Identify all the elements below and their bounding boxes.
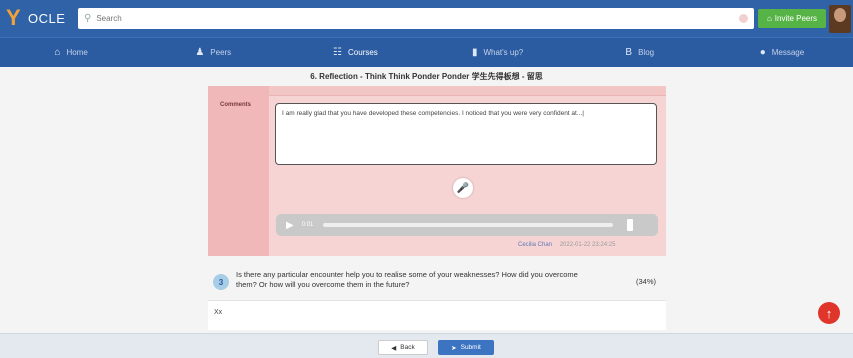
nav-item-home[interactable]: ⌂ Home [0, 38, 142, 67]
nav-item-label: Home [66, 48, 88, 57]
arrow-up-icon: ↑ [825, 305, 833, 321]
home-icon: ⌂ [54, 47, 61, 58]
message-icon: ● [759, 47, 766, 58]
volume-icon[interactable] [627, 219, 634, 231]
back-label: Back [400, 344, 415, 351]
play-icon[interactable]: ▶ [286, 220, 294, 231]
avatar[interactable] [829, 5, 851, 33]
home-plus-icon: ⌂ [766, 14, 772, 23]
logo-text: OCLE [28, 10, 66, 26]
nav-item-message[interactable]: ● Message [711, 38, 853, 67]
app-logo[interactable]: Y OCLE [6, 6, 65, 30]
nav-item-label: Courses [348, 48, 378, 57]
nav-item-label: Blog [638, 48, 655, 57]
comment-timestamp: 2022-01-22 23:24:25 [559, 242, 616, 248]
microphone-icon: 🎤 [456, 182, 470, 194]
main-nav: ⌂ Home ♟ Peers ☷ Courses ▮ What's up? B … [0, 37, 853, 67]
question-text: Is there any particular encounter help y… [236, 270, 578, 289]
invite-peers-button[interactable]: ⌂ Invite Peers [758, 9, 826, 28]
question-number-badge: 3 [213, 274, 229, 290]
nav-item-label: What's up? [483, 48, 524, 57]
comments-column: Comments [208, 86, 269, 256]
send-icon: ➤ [451, 344, 457, 352]
logo-y-icon: Y [6, 5, 21, 30]
search-clear-icon[interactable] [739, 14, 748, 23]
nav-item-label: Peers [210, 48, 232, 57]
invite-peers-label: Invite Peers [774, 14, 818, 23]
courses-icon: ☷ [333, 47, 343, 58]
peers-icon: ♟ [195, 47, 205, 58]
audio-time: 0:01 [301, 222, 314, 228]
nav-item-label: Message [771, 48, 805, 57]
microphone-button[interactable]: 🎤 [453, 178, 473, 198]
search-icon: ⚲ [84, 13, 92, 24]
bottom-action-bar: ◀ Back ➤ Submit [0, 333, 853, 358]
nav-item-blog[interactable]: B Blog [569, 38, 711, 67]
search-bar[interactable]: ⚲ [78, 8, 754, 29]
submit-label: Submit [460, 344, 481, 351]
blog-icon: B [625, 47, 633, 58]
arrow-left-icon: ◀ [391, 344, 397, 352]
chart-icon: ▮ [471, 47, 478, 58]
nav-item-peers[interactable]: ♟ Peers [142, 38, 284, 67]
question-percent: (34%) [636, 277, 657, 286]
comment-textarea[interactable]: I am really glad that you have developed… [275, 103, 657, 165]
nav-item-whats-up[interactable]: ▮ What's up? [427, 38, 569, 67]
panel-header-row [269, 86, 666, 96]
answer-field[interactable]: Xx [208, 300, 666, 330]
comment-author[interactable]: Cecilia Chan [518, 242, 552, 248]
section-title: 6. Reflection - Think Think Ponder Ponde… [310, 72, 543, 81]
submit-button[interactable]: ➤ Submit [438, 340, 494, 355]
nav-item-courses[interactable]: ☷ Courses [284, 38, 426, 67]
top-bar: Y OCLE ⚲ ⌂ Invite Peers [0, 0, 853, 37]
audio-progress-track[interactable] [323, 223, 614, 227]
search-input[interactable] [96, 14, 717, 23]
scroll-to-top-button[interactable]: ↑ [818, 302, 840, 324]
comments-label: Comments [220, 102, 252, 108]
back-button[interactable]: ◀ Back [378, 340, 428, 355]
comment-meta: Cecilia Chan 2022-01-22 23:24:25 [518, 242, 615, 248]
audio-player[interactable]: ▶ 0:01 [276, 214, 658, 236]
